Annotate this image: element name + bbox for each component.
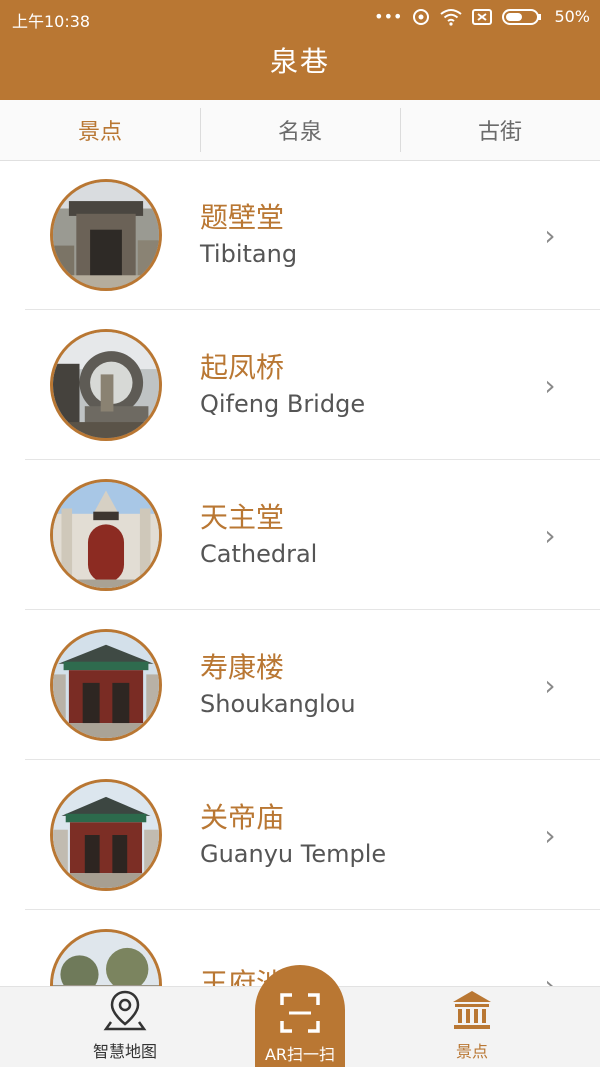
item-title-en: Qifeng Bridge — [200, 390, 366, 418]
tab-old-streets[interactable]: 古街 — [400, 100, 600, 160]
item-title-cn: 起凤桥 — [200, 351, 285, 384]
ar-scan-button[interactable]: AR扫一扫 — [255, 965, 345, 1067]
thumbnail-shoukanglou — [50, 629, 162, 741]
item-title-cn: 关帝庙 — [200, 801, 285, 834]
chevron-right-icon: › — [544, 818, 556, 852]
ar-scan-label: AR扫一扫 — [264, 1045, 336, 1064]
nav-sights-label: 景点 — [455, 1042, 488, 1061]
more-dots-icon: ••• — [374, 7, 403, 26]
item-title-cn: 题壁堂 — [200, 201, 285, 234]
chevron-right-icon: › — [544, 518, 556, 552]
thumbnail-tibitang — [50, 179, 162, 291]
item-title-en: Cathedral — [200, 540, 318, 568]
list-item[interactable]: 题壁堂 Tibitang › — [0, 160, 600, 310]
chevron-right-icon: › — [544, 368, 556, 402]
status-icons: ••• 50% — [374, 7, 590, 26]
list-item[interactable]: 起凤桥 Qifeng Bridge › — [0, 310, 600, 460]
item-title-en: Guanyu Temple — [200, 840, 387, 868]
chevron-right-icon: › — [544, 668, 556, 702]
list-item[interactable]: 天主堂 Cathedral › — [0, 460, 600, 610]
item-text: 题壁堂 Tibitang — [200, 200, 530, 270]
thumbnail-cathedral — [50, 479, 162, 591]
chevron-right-icon: › — [544, 218, 556, 252]
map-pin-icon — [103, 990, 147, 1031]
item-title-cn: 天主堂 — [200, 501, 285, 534]
tab-sights[interactable]: 景点 — [0, 100, 200, 160]
battery-icon — [502, 8, 542, 26]
battery-level: 50% — [554, 7, 590, 26]
nav-smart-map[interactable]: 智慧地图 — [25, 987, 225, 1067]
wifi-icon — [440, 8, 463, 26]
app-root: 上午10:38 ••• 50% 泉巷 景点 名泉 古街 题壁堂 Tibitang… — [0, 0, 600, 1067]
scan-icon — [280, 993, 320, 1033]
item-title-cn: 寿康楼 — [200, 651, 285, 684]
status-time: 上午10:38 — [12, 12, 91, 31]
sim-icon — [472, 8, 493, 26]
thumbnail-wangfu-chizi — [50, 929, 162, 986]
temple-icon — [453, 991, 491, 1029]
list-item[interactable]: 关帝庙 Guanyu Temple › — [0, 760, 600, 910]
item-text: 起凤桥 Qifeng Bridge — [200, 350, 530, 420]
category-tabs: 景点 名泉 古街 — [0, 100, 600, 161]
sights-list: 题壁堂 Tibitang › 起凤桥 Qifeng Bridge › 天主堂 C… — [0, 160, 600, 986]
item-text: 关帝庙 Guanyu Temple — [200, 800, 530, 870]
item-title-en: Shoukanglou — [200, 690, 356, 718]
hotspot-icon — [412, 8, 430, 26]
item-title-en: Tibitang — [200, 240, 298, 268]
item-text: 王府池子 — [200, 966, 530, 986]
header-bar: 上午10:38 ••• 50% 泉巷 — [0, 0, 600, 100]
thumbnail-guanyu-temple — [50, 779, 162, 891]
item-title-cn: 王府池子 — [200, 967, 313, 986]
item-text: 寿康楼 Shoukanglou — [200, 650, 530, 720]
tab-springs[interactable]: 名泉 — [200, 100, 400, 160]
nav-sights[interactable]: 景点 — [372, 987, 572, 1067]
status-bar: 上午10:38 ••• 50% — [0, 0, 600, 36]
item-text: 天主堂 Cathedral — [200, 500, 530, 570]
nav-smart-map-label: 智慧地图 — [92, 1042, 157, 1061]
chevron-right-icon: › — [544, 968, 556, 987]
list-item[interactable]: 寿康楼 Shoukanglou › — [0, 610, 600, 760]
page-title: 泉巷 — [269, 45, 330, 78]
thumbnail-qifeng-bridge — [50, 329, 162, 441]
